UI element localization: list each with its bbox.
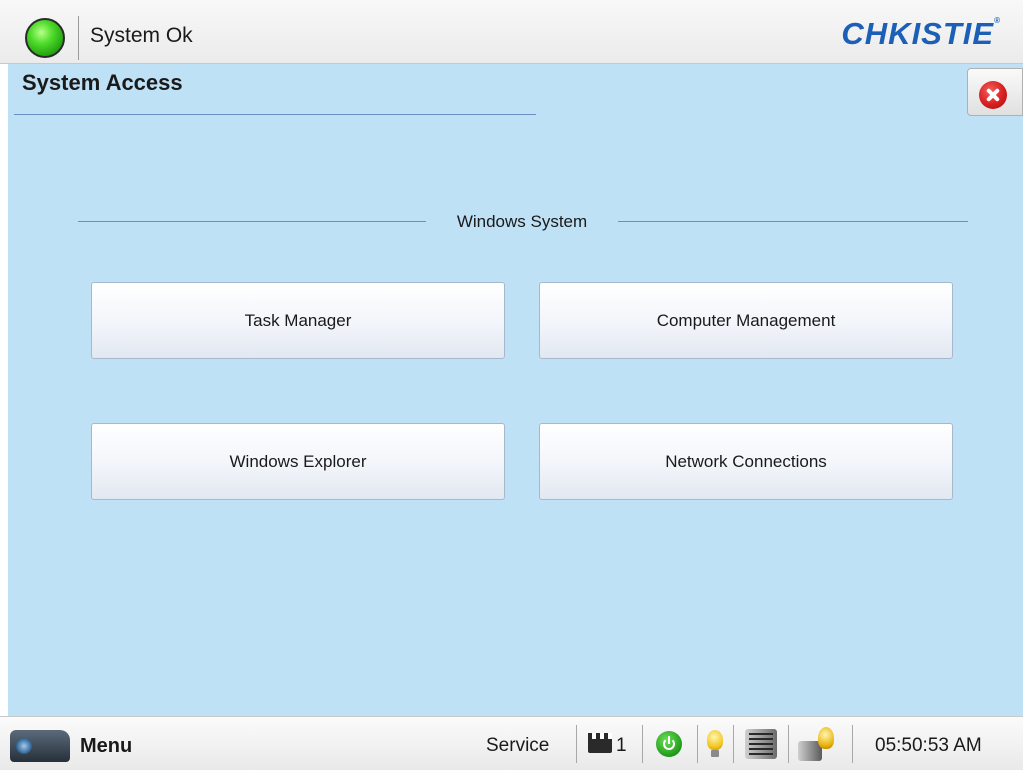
menu-button[interactable]: Menu [8, 723, 168, 767]
cpl-count: 1 [616, 735, 627, 756]
footer-divider [733, 725, 734, 763]
footer-divider [642, 725, 643, 763]
section-title: Windows System [456, 212, 588, 231]
logo-text: CHKISTIE [841, 16, 995, 51]
lamp-alert-icon[interactable] [798, 727, 838, 761]
christie-logo: CHKISTIE® [841, 16, 1001, 52]
close-icon [979, 81, 1007, 109]
task-manager-button[interactable]: Task Manager [91, 282, 505, 359]
menu-label: Menu [80, 735, 133, 757]
footer-divider [852, 725, 853, 763]
green-status-led-icon[interactable] [25, 18, 65, 58]
footer-divider [576, 725, 577, 763]
page-title: System Access [22, 70, 183, 95]
clock: 05:50:53 AM [875, 735, 982, 756]
power-icon[interactable] [656, 731, 682, 757]
windows-explorer-button[interactable]: Windows Explorer [91, 423, 505, 500]
network-connections-button[interactable]: Network Connections [539, 423, 953, 500]
title-underline [14, 114, 536, 115]
footer-bar: Menu Service 1 05:50:53 AM [0, 716, 1023, 770]
service-user-label[interactable]: Service [486, 735, 549, 757]
footer-divider [697, 725, 698, 763]
computer-management-button[interactable]: Computer Management [539, 282, 953, 359]
system-status-text[interactable]: System Ok [90, 24, 193, 48]
clapper-icon[interactable] [588, 733, 612, 753]
system-access-panel: System Access Windows System Task Manage… [8, 64, 1023, 716]
status-bar: System Ok CHKISTIE® [0, 0, 1023, 64]
footer-divider [788, 725, 789, 763]
projector-icon [10, 730, 70, 762]
status-divider [78, 16, 79, 60]
section-divider-right [618, 221, 968, 222]
close-button[interactable] [967, 68, 1023, 116]
logo-registered-mark: ® [994, 16, 1001, 25]
lamp-bulb-icon[interactable] [707, 730, 723, 757]
cooling-icon[interactable] [745, 729, 777, 759]
section-divider-left [78, 221, 426, 222]
